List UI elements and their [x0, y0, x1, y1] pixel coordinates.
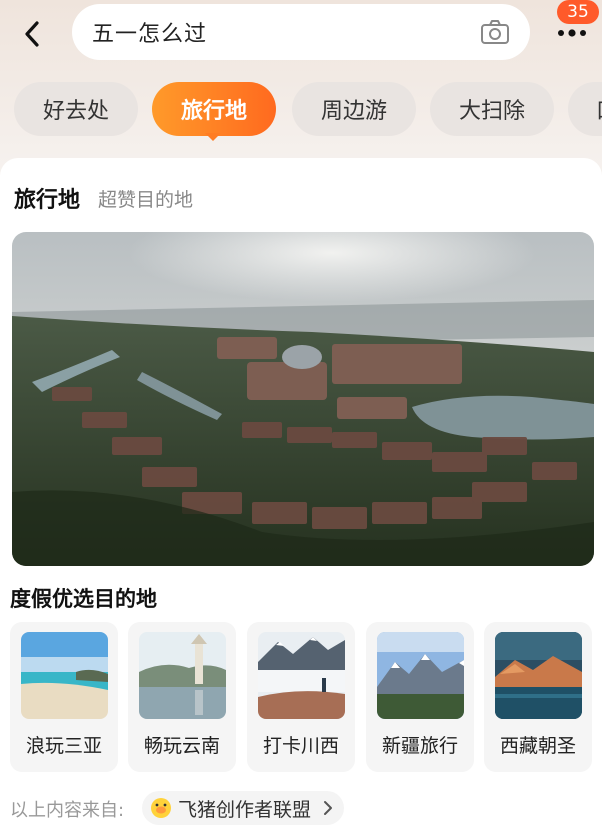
tab-good-places[interactable]: 好去处 — [14, 82, 138, 136]
tibet-lake-image — [495, 632, 582, 719]
destination-card[interactable]: 新疆旅行 — [366, 622, 474, 772]
pig-logo-icon — [151, 798, 171, 818]
tab-more[interactable]: 口 — [568, 82, 602, 136]
destination-card[interactable]: 西藏朝圣 — [484, 622, 592, 772]
destination-label: 西藏朝圣 — [499, 735, 576, 757]
destination-card[interactable]: 打卡川西 — [247, 622, 355, 772]
tab-nearby-trips[interactable]: 周边游 — [292, 82, 416, 136]
destination-thumbnail — [21, 632, 108, 719]
source-label: 以上内容来自: — [10, 800, 125, 821]
xinjiang-mountain-image — [377, 632, 464, 719]
destination-label: 浪玩三亚 — [25, 735, 102, 757]
destination-thumbnail — [258, 632, 345, 719]
destination-label: 打卡川西 — [262, 735, 339, 757]
camera-icon[interactable] — [480, 18, 510, 46]
back-button[interactable] — [14, 16, 50, 52]
hero-resort-image[interactable] — [12, 232, 594, 566]
destination-label: 新疆旅行 — [381, 735, 458, 757]
resort-aerial-photo — [12, 232, 594, 566]
destination-card[interactable]: 畅玩云南 — [128, 622, 236, 772]
sanya-beach-image — [21, 632, 108, 719]
destination-label: 畅玩云南 — [143, 735, 220, 757]
destination-card[interactable]: 浪玩三亚 — [10, 622, 118, 772]
west-sichuan-mountain-image — [258, 632, 345, 719]
section-title: 旅行地 — [14, 188, 81, 213]
chevron-right-icon — [324, 801, 332, 815]
subsection-title: 度假优选目的地 — [10, 587, 157, 611]
destination-thumbnail — [377, 632, 464, 719]
tab-travel-destinations[interactable]: 旅行地 — [152, 82, 276, 136]
header: 五一怎么过 35 — [0, 0, 602, 70]
notification-badge: 35 — [557, 0, 599, 24]
search-input[interactable]: 五一怎么过 — [72, 4, 530, 60]
source-creator-name: 飞猪创作者联盟 — [178, 798, 312, 821]
destination-thumbnail — [495, 632, 582, 719]
category-tabs: 好去处 旅行地 周边游 大扫除 口 — [0, 82, 602, 142]
search-query-text: 五一怎么过 — [92, 22, 208, 47]
section-subtitle: 超赞目的地 — [98, 189, 194, 211]
yunnan-pagoda-image — [139, 632, 226, 719]
more-options-icon[interactable] — [555, 22, 591, 42]
source-creator-link[interactable]: 飞猪创作者联盟 — [142, 791, 344, 825]
destination-thumbnail — [139, 632, 226, 719]
back-arrow-icon — [25, 21, 39, 47]
active-tab-pointer — [205, 133, 221, 141]
tab-cleaning[interactable]: 大扫除 — [430, 82, 554, 136]
